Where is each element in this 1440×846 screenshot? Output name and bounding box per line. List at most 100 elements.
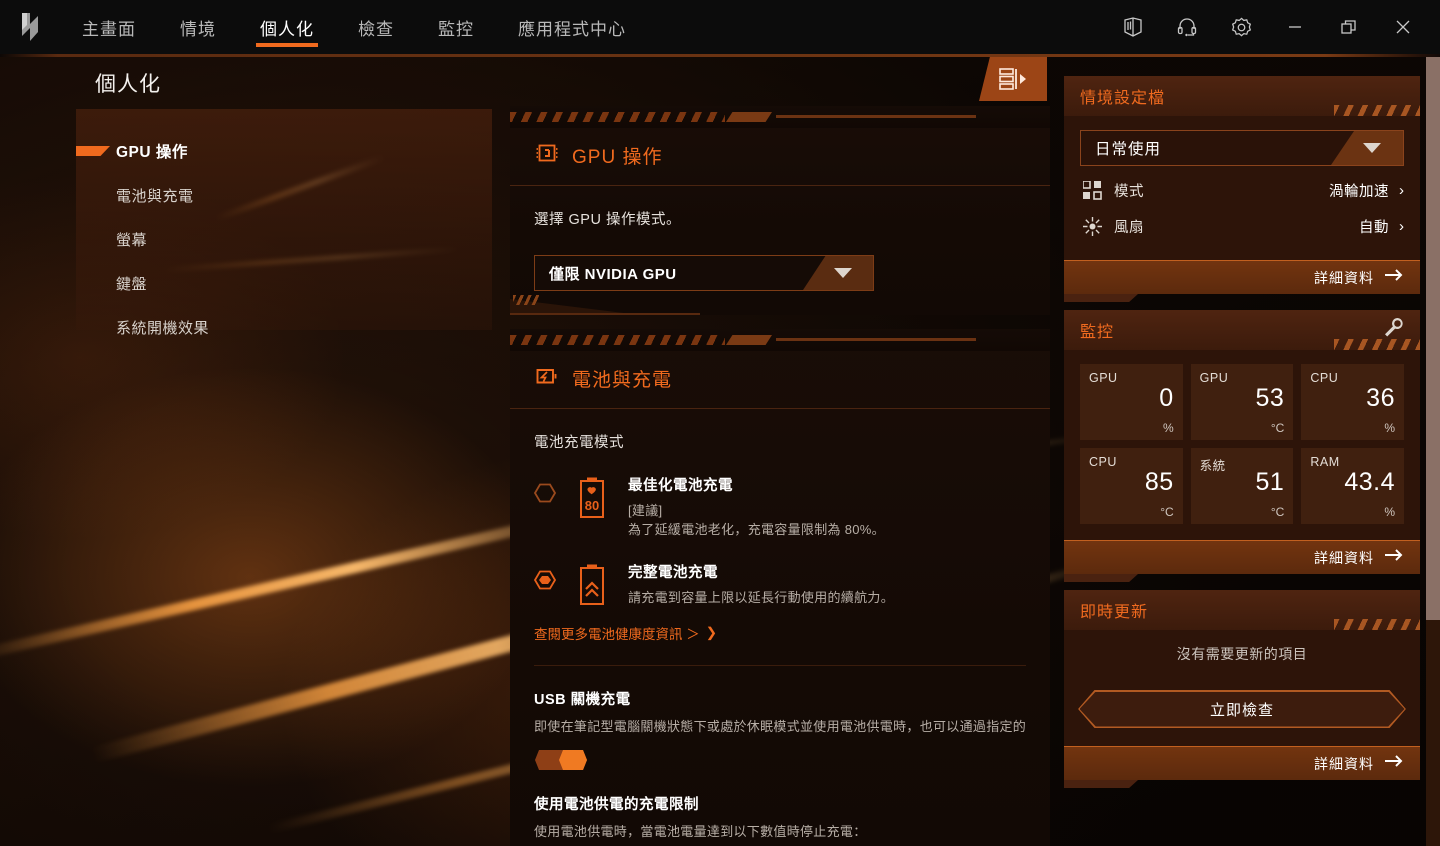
- arrow-right-icon: [1384, 548, 1404, 567]
- chevron-right-icon: ›: [1399, 181, 1404, 199]
- nav-tab-inspection[interactable]: 檢查: [336, 0, 416, 54]
- stat-label: GPU: [1089, 371, 1118, 385]
- close-icon[interactable]: [1376, 0, 1430, 54]
- sidebar-item-label: 電池與充電: [116, 187, 194, 205]
- monitoring-details-label: 詳細資料: [1314, 549, 1374, 566]
- sidebar-item-gpu[interactable]: GPU 操作: [76, 133, 492, 169]
- profile-details-button[interactable]: 詳細資料: [1064, 260, 1420, 294]
- battery-health-link-label: 查閱更多電池健康度資訊 ＞: [534, 627, 700, 642]
- updates-details-button[interactable]: 詳細資料: [1064, 746, 1420, 780]
- battery-option-title: 最佳化電池充電: [628, 478, 733, 494]
- panel-collapse-icon[interactable]: [979, 57, 1047, 101]
- sidebar-item-boot-effect[interactable]: 系統開機效果: [76, 309, 492, 345]
- restore-icon[interactable]: [1322, 0, 1376, 54]
- minimize-icon[interactable]: [1268, 0, 1322, 54]
- manual-icon[interactable]: [1106, 0, 1160, 54]
- stat-label: CPU: [1089, 455, 1117, 469]
- updates-card: 即時更新 沒有需要更新的項目 立即檢查 詳細資料: [1064, 590, 1420, 780]
- nav-tab-app-center[interactable]: 應用程式中心: [496, 0, 648, 54]
- predator-logo-icon: [0, 0, 60, 54]
- sidebar-item-display[interactable]: 螢幕: [76, 221, 492, 257]
- chevron-down-icon: [1331, 131, 1403, 165]
- profile-card-body: 日常使用 模式 渦輪加速 › 風扇 自動 ›: [1064, 116, 1420, 260]
- support-headset-icon[interactable]: [1160, 0, 1214, 54]
- battery-charge-icon: [534, 363, 560, 394]
- battery-option-desc: 請充電到容量上限以延長行動使用的續航力。: [628, 590, 895, 605]
- chevron-down-icon: [803, 256, 873, 290]
- nav-tab-personalization[interactable]: 個人化: [238, 0, 336, 54]
- battery-option-text: 最佳化電池充電 [建議] 為了延緩電池老化，充電容量限制為 80%。: [628, 474, 1026, 539]
- stat-tile: RAM 43.4 %: [1301, 448, 1404, 524]
- stat-label: RAM: [1310, 455, 1340, 469]
- battery-option-desc: [建議] 為了延緩電池老化，充電容量限制為 80%。: [628, 501, 1026, 539]
- profile-dropdown-value: 日常使用: [1095, 141, 1162, 158]
- profile-row-value: 自動: [1359, 219, 1389, 236]
- stat-value: 85: [1144, 468, 1174, 496]
- gpu-operation-panel: GPU 操作 選擇 GPU 操作模式。 僅限 NVIDIA GPU: [510, 106, 1050, 315]
- nav-tab-home[interactable]: 主畫面: [60, 0, 158, 54]
- arrow-right-icon: [1384, 754, 1404, 773]
- battery-health-link[interactable]: 查閱更多電池健康度資訊 ＞ ❯: [534, 623, 1026, 643]
- battery-option-optimized[interactable]: 80 最佳化電池充電 [建議] 為了延緩電池老化，充電容量限制為 80%。: [533, 474, 1026, 539]
- personalization-sidebar: GPU 操作 電池與充電 螢幕 鍵盤 系統開機效果: [76, 109, 492, 337]
- sidebar-item-keyboard[interactable]: 鍵盤: [76, 265, 492, 301]
- header-hatch-decoration: [1334, 105, 1420, 116]
- scrollbar-thumb[interactable]: [1426, 57, 1440, 620]
- fan-icon: [1080, 216, 1104, 237]
- sidebar-item-battery[interactable]: 電池與充電: [76, 177, 492, 213]
- stat-unit: °C: [1270, 505, 1285, 519]
- gpu-mode-dropdown[interactable]: 僅限 NVIDIA GPU: [534, 255, 874, 291]
- profile-row-value: 渦輪加速: [1329, 183, 1389, 200]
- profile-details-label: 詳細資料: [1314, 269, 1374, 286]
- battery-mode-label: 電池充電模式: [534, 435, 624, 451]
- stat-label: GPU: [1199, 371, 1229, 385]
- stat-tile: GPU 0 %: [1080, 364, 1183, 440]
- updates-card-header: 即時更新: [1064, 590, 1420, 630]
- battery-option-title: 完整電池充電: [628, 565, 718, 581]
- gpu-panel-title: GPU 操作: [572, 147, 663, 168]
- battery-option-full[interactable]: 完整電池充電 請充電到容量上限以延長行動使用的續航力。: [533, 561, 1026, 607]
- stat-value: 51: [1255, 468, 1285, 496]
- stat-value: 53: [1255, 384, 1285, 412]
- window-controls: [1106, 0, 1440, 54]
- sidebar-item-label: GPU 操作: [116, 144, 188, 161]
- profile-row-label: 模式: [1114, 183, 1144, 200]
- panel-top-decoration: [510, 106, 1050, 128]
- gpu-panel-body: 選擇 GPU 操作模式。 僅限 NVIDIA GPU: [510, 186, 1050, 313]
- stat-value: 0: [1159, 384, 1174, 412]
- sidebar-item-label: 螢幕: [116, 231, 148, 249]
- wrench-icon[interactable]: [1383, 317, 1404, 343]
- battery-panel-body: 電池充電模式 80 最佳化電池充電 [建議] 為了延緩電池老化，充電容量限制為 …: [510, 409, 1050, 846]
- updates-details-label: 詳細資料: [1314, 755, 1374, 772]
- check-now-button[interactable]: 立即檢查: [1078, 690, 1406, 728]
- updates-message: 沒有需要更新的項目: [1176, 646, 1308, 662]
- main-nav-tabs: 主畫面 情境 個人化 檢查 監控 應用程式中心: [60, 0, 648, 54]
- profile-card-title: 情境設定檔: [1080, 90, 1166, 107]
- nav-tab-monitoring[interactable]: 監控: [416, 0, 496, 54]
- radio-selected-icon[interactable]: [533, 569, 557, 591]
- settings-gear-icon[interactable]: [1214, 0, 1268, 54]
- profile-row-mode[interactable]: 模式 渦輪加速 ›: [1080, 172, 1404, 208]
- check-now-label: 立即檢查: [1209, 701, 1274, 719]
- panel-corner-hatch: [513, 295, 539, 305]
- usb-charging-toggle[interactable]: [534, 749, 588, 771]
- settings-content: GPU 操作 選擇 GPU 操作模式。 僅限 NVIDIA GPU 電池與充電 …: [510, 106, 1050, 846]
- monitoring-details-button[interactable]: 詳細資料: [1064, 540, 1420, 574]
- header-hatch-decoration: [1334, 619, 1420, 630]
- stat-tile: CPU 85 °C: [1080, 448, 1183, 524]
- predator-sense-window: 主畫面 情境 個人化 檢查 監控 應用程式中心 個人化 GPU 操作 電池與充電…: [0, 0, 1440, 846]
- stat-unit: %: [1162, 421, 1174, 435]
- radio-unselected-icon[interactable]: [533, 482, 557, 504]
- profile-row-fan[interactable]: 風扇 自動 ›: [1080, 208, 1404, 244]
- sidebar-item-label: 系統開機效果: [116, 319, 210, 337]
- updates-card-body: 沒有需要更新的項目 立即檢查: [1064, 630, 1420, 746]
- gpu-chip-icon: [534, 140, 560, 171]
- battery-panel-title: 電池與充電: [572, 370, 673, 391]
- stat-tile: GPU 53 °C: [1190, 364, 1294, 440]
- battery-80-heart-icon: 80: [572, 476, 612, 520]
- profile-dropdown[interactable]: 日常使用: [1080, 130, 1404, 166]
- nav-tab-scenario[interactable]: 情境: [158, 0, 238, 54]
- sidebar-item-label: 鍵盤: [116, 275, 148, 293]
- battery-full-icon: [572, 563, 612, 607]
- chevron-right-icon: ›: [1399, 217, 1404, 235]
